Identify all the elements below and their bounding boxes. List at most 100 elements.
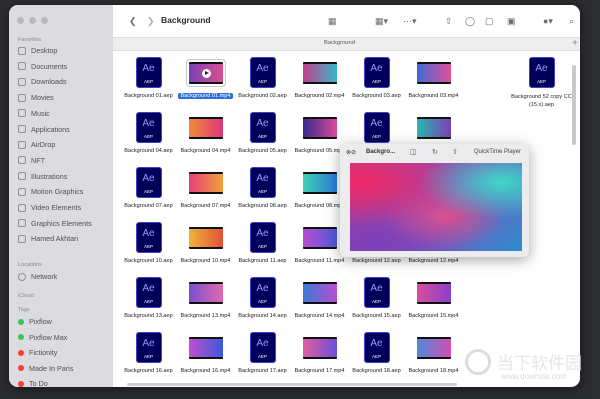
- sidebar-item[interactable]: NFT: [18, 156, 45, 165]
- aep-file[interactable]: Ae AEP Background 05.aep: [234, 110, 291, 164]
- more-actions-icon[interactable]: ⋯▾: [403, 15, 417, 27]
- sidebar-tag[interactable]: Pixflow Max: [18, 333, 67, 342]
- sidebar-item[interactable]: Downloads: [18, 77, 67, 86]
- sidebar-item[interactable]: Documents: [18, 62, 67, 71]
- sidebar-item-network[interactable]: Network: [18, 272, 57, 281]
- aep-file[interactable]: Ae AEP Background 02.aep: [234, 55, 291, 109]
- aep-file[interactable]: Ae AEP Background 13.aep: [120, 275, 177, 329]
- aep-file[interactable]: Ae AEP Background 04.aep: [120, 110, 177, 164]
- mp4-file[interactable]: Background 03.mp4: [405, 55, 462, 109]
- sidebar-tag[interactable]: Pixflow: [18, 317, 52, 326]
- aep-file[interactable]: Ae AEP Background 16.aep: [120, 330, 177, 384]
- video-thumbnail: [302, 227, 337, 249]
- mp4-file[interactable]: Background 02.mp4: [291, 55, 348, 109]
- aep-file[interactable]: Ae AEP Background 18.aep: [348, 330, 405, 384]
- trim-icon[interactable]: ◫: [410, 148, 417, 156]
- sidebar-tag[interactable]: To Do: [18, 379, 48, 387]
- back-icon[interactable]: ❮: [129, 15, 137, 27]
- profile-icon[interactable]: ●▾: [543, 15, 553, 27]
- sidebar-item-label: Fictionity: [29, 348, 58, 357]
- mp4-file[interactable]: Background 18.mp4: [405, 330, 462, 384]
- group-icon[interactable]: ▦▾: [375, 15, 388, 27]
- mp4-file[interactable]: Background 16.mp4: [177, 330, 234, 384]
- mp4-file[interactable]: Background 17.mp4: [291, 330, 348, 384]
- tab-bar: Background +: [113, 37, 580, 51]
- sidebar-item[interactable]: AirDrop: [18, 140, 55, 149]
- sidebar-item-label: Pixflow: [29, 317, 52, 326]
- sidebar-item[interactable]: Music: [18, 109, 50, 118]
- mp4-file[interactable]: Background 10.mp4: [177, 220, 234, 274]
- sidebar-item[interactable]: Movies: [18, 93, 54, 102]
- folder-icon[interactable]: ▢: [485, 15, 494, 27]
- sidebar-item-label: AirDrop: [31, 140, 56, 150]
- forward-icon[interactable]: ❯: [147, 15, 155, 27]
- video-thumbnail: [188, 337, 223, 359]
- folder-icon: [18, 77, 26, 86]
- mp4-file[interactable]: Background 15.mp4: [405, 275, 462, 329]
- sidebar-item-label: Applications: [31, 124, 70, 134]
- after-effects-icon: AeAEP: [135, 222, 162, 253]
- aep-file[interactable]: Ae AEP Background 14.aep: [234, 275, 291, 329]
- sidebar-item[interactable]: Video Elements: [18, 203, 81, 212]
- folder-icon: [18, 234, 26, 243]
- tab-background[interactable]: Background: [113, 40, 566, 46]
- share-icon[interactable]: ⇧: [452, 148, 458, 156]
- mp4-file[interactable]: Background 13.mp4: [177, 275, 234, 329]
- aep-file[interactable]: Ae AEP Background 07.aep: [120, 165, 177, 219]
- file-name: Background 03.mp4: [408, 93, 459, 99]
- video-thumbnail: [188, 117, 223, 139]
- aep-file[interactable]: Ae AEP Background 01.aep: [120, 55, 177, 109]
- aep-file[interactable]: Ae AEP Background 08.aep: [234, 165, 291, 219]
- rotate-icon[interactable]: ↻: [432, 148, 438, 156]
- window-title: Background: [161, 15, 211, 25]
- sidebar-item[interactable]: Motion Graphics: [18, 187, 83, 196]
- quicktime-titlebar: ⊗⊘ Backgro... ◫ ↻ ⇧ QuickTime Player: [340, 144, 529, 163]
- folder-icon: [18, 219, 26, 228]
- sidebar-item[interactable]: Hamed Akhtari: [18, 234, 78, 243]
- minimize-window-button[interactable]: [29, 17, 36, 24]
- sidebar-tag[interactable]: Made In Paris: [18, 364, 73, 373]
- horizontal-scrollbar[interactable]: [127, 383, 457, 386]
- aep-file[interactable]: Ae AEP Background 11.aep: [234, 220, 291, 274]
- after-effects-icon: AeAEP: [249, 57, 276, 88]
- mp4-file[interactable]: Background 14.mp4: [291, 275, 348, 329]
- grid-view-icon[interactable]: ▦: [328, 15, 337, 27]
- search-icon[interactable]: ⌕: [569, 15, 574, 27]
- sidebar-tag[interactable]: Fictionity: [18, 348, 57, 357]
- video-thumbnail: [416, 337, 451, 359]
- aep-file[interactable]: Ae AEP Background 15.aep: [348, 275, 405, 329]
- after-effects-icon: AeAEP: [363, 112, 390, 143]
- sidebar-item-label: Graphics Elements: [31, 218, 92, 228]
- tag-dot-icon: [18, 349, 24, 356]
- sidebar-item-label: Downloads: [31, 77, 67, 87]
- sidebar-item-label: Motion Graphics: [31, 187, 84, 197]
- zoom-window-button[interactable]: [41, 17, 48, 24]
- mp4-file[interactable]: Background 07.mp4: [177, 165, 234, 219]
- action-icon[interactable]: ▣: [507, 15, 516, 27]
- finder-window: Favorites Desktop Documents Downloads Movie…: [9, 5, 580, 387]
- tag-icon[interactable]: ◯: [465, 15, 475, 27]
- aep-file[interactable]: Ae AEP Background 10.aep: [120, 220, 177, 274]
- after-effects-icon: AeAEP: [135, 332, 162, 363]
- close-window-button[interactable]: [17, 17, 24, 24]
- mp4-file[interactable]: Background 04.mp4: [177, 110, 234, 164]
- aep-file[interactable]: Ae AEP Background 17.aep: [234, 330, 291, 384]
- close-icon[interactable]: ⊗⊘: [346, 149, 356, 156]
- sidebar-item[interactable]: Graphics Elements: [18, 219, 92, 228]
- sidebar-item[interactable]: Illustrations: [18, 172, 67, 181]
- share-icon[interactable]: ⇧: [445, 15, 453, 27]
- play-icon[interactable]: [201, 69, 211, 78]
- folder-icon: [18, 62, 26, 71]
- video-preview[interactable]: [350, 163, 522, 251]
- folder-icon: [18, 93, 26, 102]
- aep-file[interactable]: Ae AEP Background 03.aep: [348, 55, 405, 109]
- vertical-scrollbar[interactable]: [572, 65, 576, 145]
- sidebar-item[interactable]: Applications: [18, 125, 70, 134]
- video-thumbnail: [185, 59, 226, 87]
- new-tab-button[interactable]: +: [572, 38, 578, 50]
- aep-file[interactable]: Ae AEP Background 52 copy CC (15.x).aep: [511, 55, 572, 109]
- sidebar-item-label: Hamed Akhtari: [31, 234, 79, 244]
- after-effects-icon: AeAEP: [249, 332, 276, 363]
- mp4-file[interactable]: Background 01.mp4: [177, 55, 234, 109]
- sidebar-item[interactable]: Desktop: [18, 46, 57, 55]
